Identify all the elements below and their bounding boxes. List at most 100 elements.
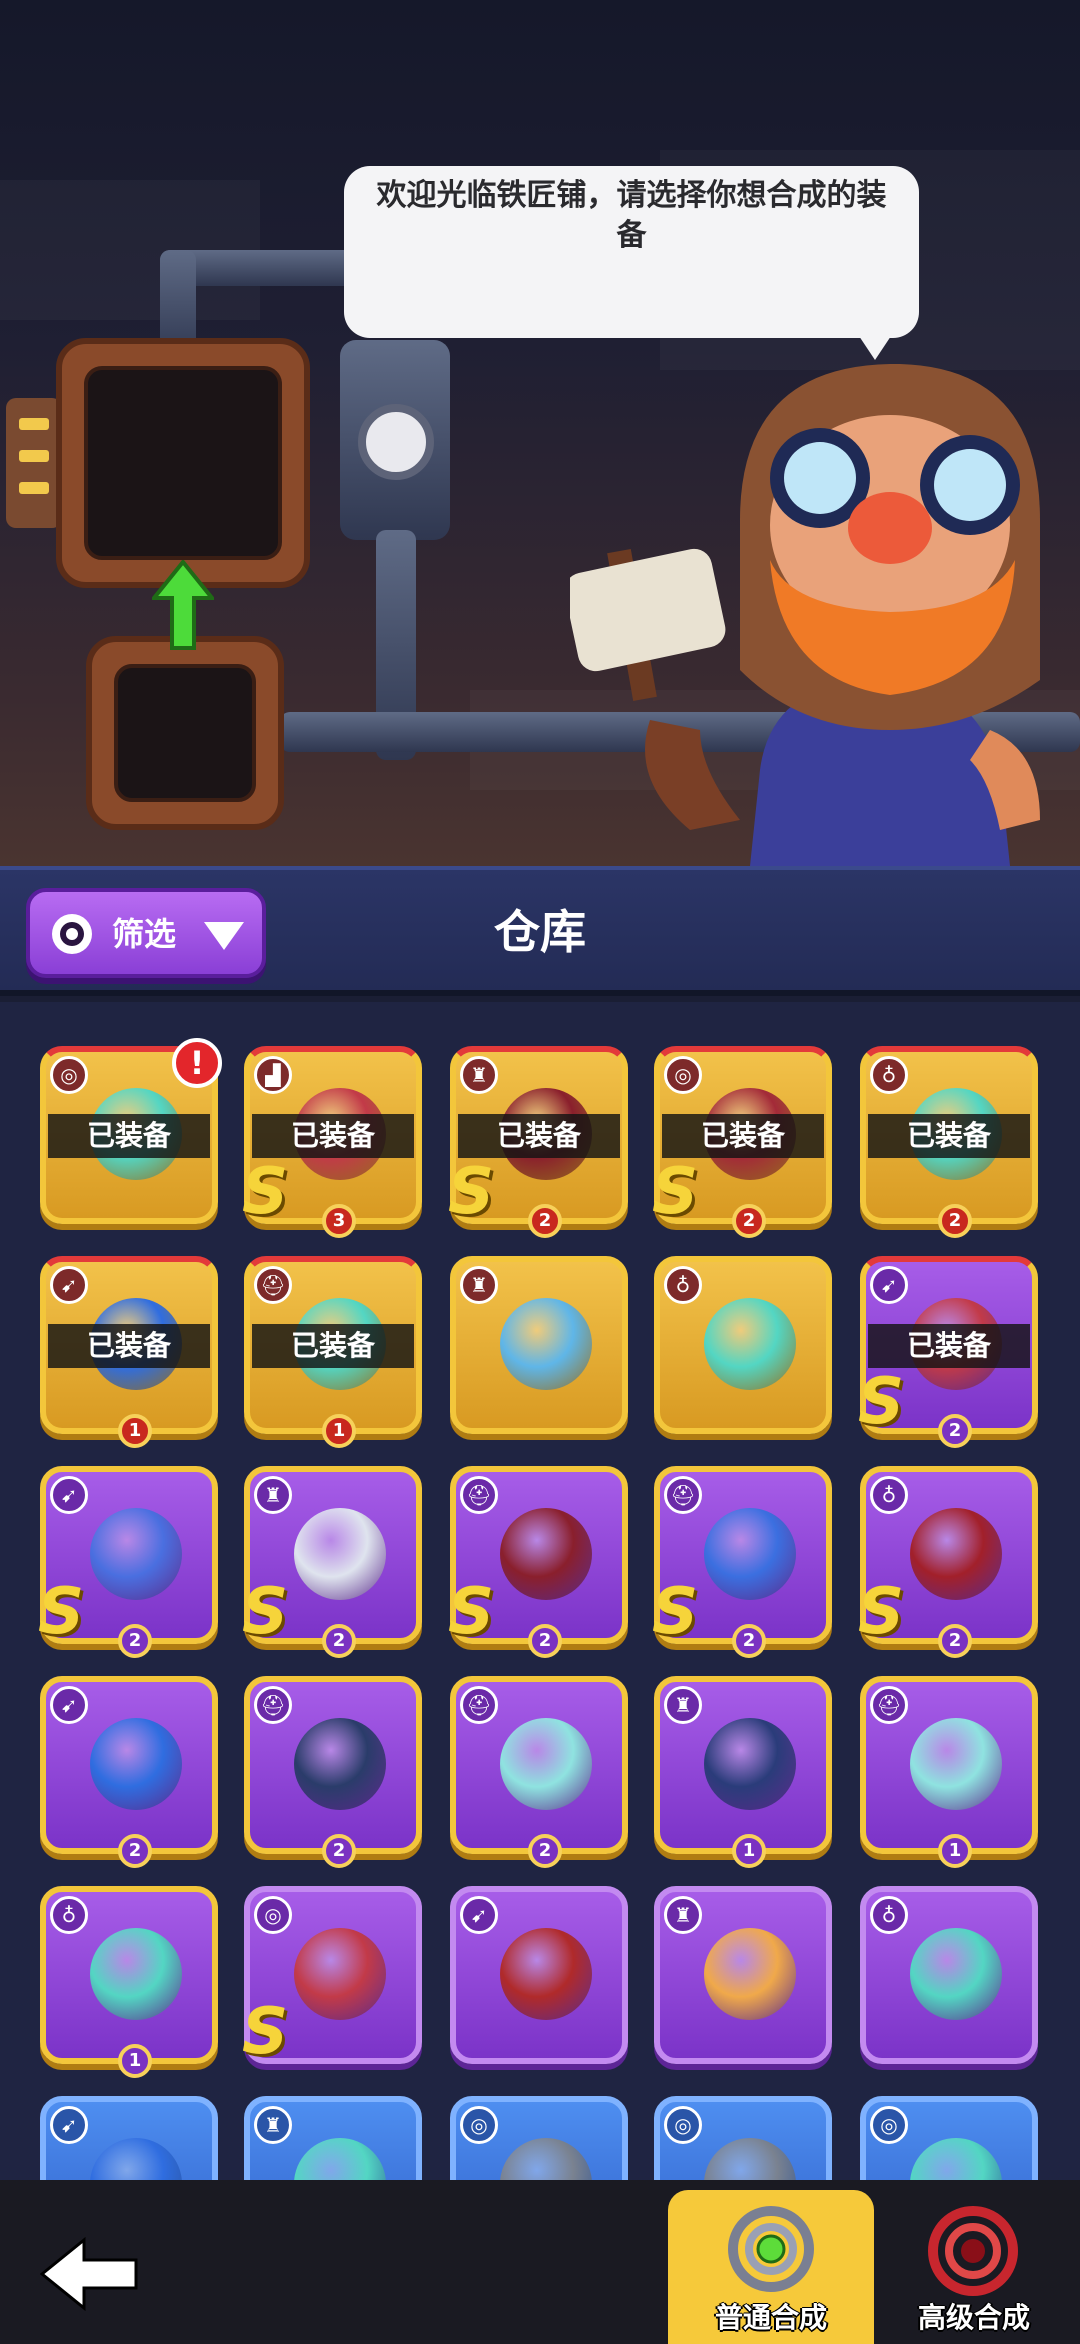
normal-merge-icon bbox=[728, 2206, 814, 2292]
inventory-item[interactable]: ⛑ 2 bbox=[450, 1676, 628, 1868]
equipment-art-icon bbox=[704, 1928, 796, 2020]
pressure-gauge-icon bbox=[358, 404, 434, 480]
inventory-item[interactable]: ◎ bbox=[860, 2096, 1038, 2180]
advanced-merge-label: 高级合成 bbox=[917, 2301, 1030, 2334]
equipment-art-icon bbox=[294, 1928, 386, 2020]
equipped-label: 已装备 bbox=[48, 1114, 210, 1158]
level-badge: 1 bbox=[322, 1414, 356, 1448]
inventory-item[interactable]: ➹ bbox=[450, 1886, 628, 2064]
equipped-label: 已装备 bbox=[662, 1114, 824, 1158]
level-badge: 2 bbox=[938, 1414, 972, 1448]
helmet-icon: ⛑ bbox=[460, 1686, 498, 1724]
ring-icon: ◎ bbox=[50, 1056, 88, 1094]
inventory-item[interactable]: ♜ bbox=[654, 1886, 832, 2064]
level-badge: 2 bbox=[938, 1624, 972, 1658]
inventory-item[interactable]: ⛑ 2 bbox=[244, 1676, 422, 1868]
blacksmith-character bbox=[570, 363, 1040, 866]
up-arrow-icon bbox=[152, 560, 214, 650]
inventory-item[interactable]: ♁ 1 bbox=[40, 1886, 218, 2078]
equipment-art-icon bbox=[910, 1718, 1002, 1810]
inventory-item[interactable]: ⛑ 1 bbox=[860, 1676, 1038, 1868]
rank-badge: S bbox=[858, 1365, 905, 1439]
equipped-label: 已装备 bbox=[458, 1114, 620, 1158]
inventory-item[interactable]: ♜ bbox=[244, 2096, 422, 2180]
equipment-art-icon bbox=[704, 1508, 796, 1600]
inventory-item[interactable]: ♁ 已装备 2 bbox=[860, 1046, 1038, 1238]
level-badge: 3 bbox=[322, 1204, 356, 1238]
helmet-icon: ⛑ bbox=[254, 1686, 292, 1724]
helmet-icon: ⛑ bbox=[254, 1266, 292, 1304]
inventory-item[interactable]: ♁ S 2 bbox=[858, 1466, 1038, 1658]
inventory-item[interactable]: ⛑ 已装备 1 bbox=[244, 1256, 422, 1448]
helmet-icon: ⛑ bbox=[870, 1686, 908, 1724]
back-arrow-icon[interactable] bbox=[40, 2236, 140, 2312]
inventory-grid[interactable]: ◎ 已装备! ▟ 已装备 S 3 ♜ 已装备 S 2 ◎ 已装备 S 2 ♁ 已装备 2 ➹ 已装备 1 ⛑ 已装备 1 ♜ ♁… bbox=[0, 1002, 1080, 2180]
rank-badge: S bbox=[448, 1575, 495, 1649]
equipped-label: 已装备 bbox=[868, 1114, 1030, 1158]
level-badge: 2 bbox=[118, 1834, 152, 1868]
bow-icon: ➹ bbox=[50, 1266, 88, 1304]
level-badge: 2 bbox=[528, 1204, 562, 1238]
inventory-item[interactable]: ⛑ S 2 bbox=[448, 1466, 628, 1658]
bow-icon: ➹ bbox=[50, 1686, 88, 1724]
warehouse-header: 筛选 仓库 bbox=[0, 866, 1080, 996]
rank-badge: S bbox=[242, 1995, 289, 2069]
equipment-art-icon bbox=[90, 1928, 182, 2020]
equipment-art-icon bbox=[500, 1298, 592, 1390]
equipped-label: 已装备 bbox=[868, 1324, 1030, 1368]
inventory-item[interactable]: ♜ S 2 bbox=[242, 1466, 422, 1658]
armor-icon: ♜ bbox=[664, 1686, 702, 1724]
rank-badge: S bbox=[652, 1155, 699, 1229]
ring-icon: ◎ bbox=[664, 2106, 702, 2144]
inventory-item[interactable]: ➹ S 2 bbox=[38, 1466, 218, 1658]
amulet-icon: ♁ bbox=[870, 1896, 908, 1934]
equipment-art-icon bbox=[704, 1298, 796, 1390]
equipment-art-icon bbox=[910, 1928, 1002, 2020]
inventory-item[interactable]: ◎ bbox=[654, 2096, 832, 2180]
normal-merge-tab[interactable]: 普通合成 bbox=[668, 2190, 874, 2344]
rank-badge: S bbox=[38, 1575, 85, 1649]
inventory-item[interactable]: ▟ 已装备 S 3 bbox=[242, 1046, 422, 1238]
bow-icon: ➹ bbox=[50, 1476, 88, 1514]
inventory-item[interactable]: ◎ bbox=[450, 2096, 628, 2180]
inventory-item[interactable]: ➹ 2 bbox=[40, 1676, 218, 1868]
bow-icon: ➹ bbox=[50, 2106, 88, 2144]
dropdown-triangle-icon bbox=[204, 922, 244, 950]
filter-target-icon bbox=[52, 914, 92, 954]
inventory-item[interactable]: ♁ bbox=[654, 1256, 832, 1434]
level-badge: 1 bbox=[938, 1834, 972, 1868]
equipment-art-icon bbox=[294, 1508, 386, 1600]
inventory-item[interactable]: ◎ S bbox=[242, 1886, 422, 2069]
helmet-icon: ⛑ bbox=[460, 1476, 498, 1514]
equipment-art-icon bbox=[500, 1508, 592, 1600]
armor-icon: ♜ bbox=[254, 2106, 292, 2144]
equipment-art-icon bbox=[910, 1508, 1002, 1600]
rank-badge: S bbox=[242, 1155, 289, 1229]
level-badge: 2 bbox=[322, 1834, 356, 1868]
filter-button[interactable]: 筛选 bbox=[26, 888, 266, 978]
inventory-item[interactable]: ⛑ S 2 bbox=[652, 1466, 832, 1658]
rank-badge: S bbox=[242, 1575, 289, 1649]
advanced-merge-icon bbox=[928, 2206, 1018, 2296]
level-badge: 2 bbox=[732, 1624, 766, 1658]
speech-bubble: 欢迎光临铁匠铺，请选择你想合成的装备 bbox=[344, 166, 919, 360]
inventory-item[interactable]: ➹ bbox=[40, 2096, 218, 2180]
equipped-label: 已装备 bbox=[48, 1324, 210, 1368]
inventory-item[interactable]: ♜ 1 bbox=[654, 1676, 832, 1868]
inventory-item[interactable]: ➹ 已装备 S 2 bbox=[858, 1256, 1038, 1448]
inventory-item[interactable]: ♜ bbox=[450, 1256, 628, 1434]
equipped-label: 已装备 bbox=[252, 1114, 414, 1158]
level-badge: 2 bbox=[118, 1624, 152, 1658]
speech-text: 欢迎光临铁匠铺，请选择你想合成的装备 bbox=[376, 178, 887, 253]
inventory-item[interactable]: ➹ 已装备 1 bbox=[40, 1256, 218, 1448]
amulet-icon: ♁ bbox=[870, 1476, 908, 1514]
advanced-merge-tab[interactable]: 高级合成 bbox=[876, 2190, 1072, 2344]
bow-icon: ➹ bbox=[460, 1896, 498, 1934]
inventory-item[interactable]: ◎ 已装备! bbox=[40, 1038, 222, 1224]
inventory-item[interactable]: ♁ bbox=[860, 1886, 1038, 2064]
helmet-icon: ⛑ bbox=[664, 1476, 702, 1514]
inventory-item[interactable]: ◎ 已装备 S 2 bbox=[652, 1046, 832, 1238]
equipment-art-icon bbox=[90, 2138, 182, 2180]
level-badge: 2 bbox=[938, 1204, 972, 1238]
inventory-item[interactable]: ♜ 已装备 S 2 bbox=[448, 1046, 628, 1238]
